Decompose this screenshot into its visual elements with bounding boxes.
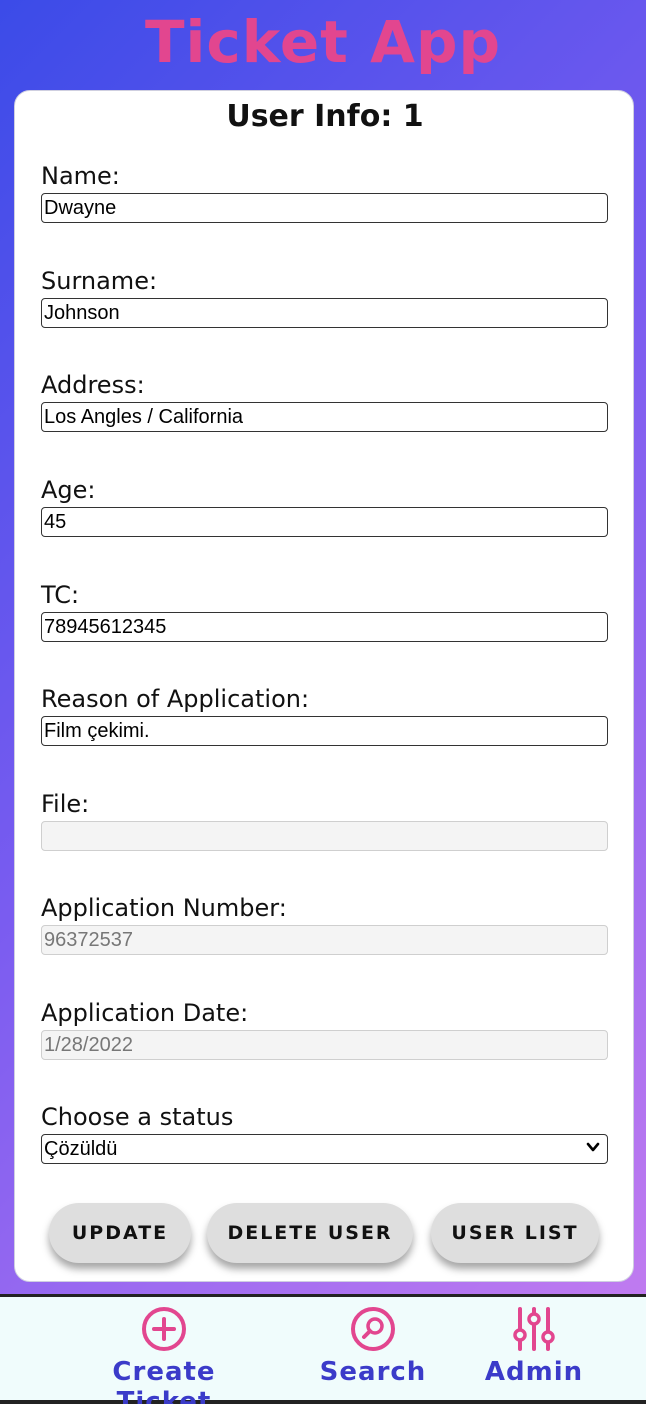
file-input: [41, 821, 608, 851]
name-field-group: Name:: [41, 159, 608, 223]
age-label: Age:: [41, 476, 96, 504]
sliders-icon: [513, 1307, 555, 1351]
app-date-label: Application Date:: [41, 999, 249, 1027]
reason-input[interactable]: [41, 716, 608, 746]
nav-admin-label: Admin: [484, 1357, 584, 1387]
app-number-input: [41, 925, 608, 955]
surname-input[interactable]: [41, 298, 608, 328]
app-number-field-group: Application Number:: [41, 891, 608, 955]
user-list-button[interactable]: USER LIST: [431, 1203, 599, 1263]
address-label: Address:: [41, 371, 145, 399]
card-title: User Info: 1: [226, 99, 424, 134]
file-label: File:: [41, 790, 90, 818]
name-input[interactable]: [41, 193, 608, 223]
search-circle-icon: [351, 1307, 395, 1351]
app-title: Ticket App: [144, 8, 502, 76]
address-input[interactable]: [41, 402, 608, 432]
nav-search-label: Search: [319, 1357, 427, 1387]
app-number-label: Application Number:: [41, 894, 287, 922]
app-date-field-group: Application Date:: [41, 996, 608, 1060]
tc-label: TC:: [41, 581, 80, 609]
bottom-nav: Create Ticket Search Admin: [0, 1294, 646, 1404]
plus-circle-icon: [142, 1307, 186, 1351]
file-field-group: File:: [41, 787, 608, 851]
surname-field-group: Surname:: [41, 264, 608, 328]
user-info-card: User Info: 1 Name: Surname: Address: Age…: [14, 90, 634, 1282]
update-button[interactable]: UPDATE: [49, 1203, 191, 1263]
name-label: Name:: [41, 162, 120, 190]
tc-input[interactable]: [41, 612, 608, 642]
status-select[interactable]: Çözüldü: [41, 1134, 608, 1164]
address-field-group: Address:: [41, 368, 608, 432]
surname-label: Surname:: [41, 267, 158, 295]
tc-field-group: TC:: [41, 578, 608, 642]
nav-create-ticket-label: Create Ticket: [112, 1357, 216, 1404]
reason-field-group: Reason of Application:: [41, 682, 608, 746]
status-field-group: Choose a status Çözüldü: [41, 1100, 608, 1164]
nav-create-ticket[interactable]: Create Ticket: [66, 1305, 262, 1404]
nav-search[interactable]: Search: [318, 1305, 428, 1387]
age-input[interactable]: [41, 507, 608, 537]
delete-user-button[interactable]: DELETE USER: [207, 1203, 413, 1263]
reason-label: Reason of Application:: [41, 685, 310, 713]
nav-admin[interactable]: Admin: [482, 1305, 586, 1387]
app-date-input: [41, 1030, 608, 1060]
age-field-group: Age:: [41, 473, 608, 537]
status-label: Choose a status: [41, 1103, 234, 1131]
